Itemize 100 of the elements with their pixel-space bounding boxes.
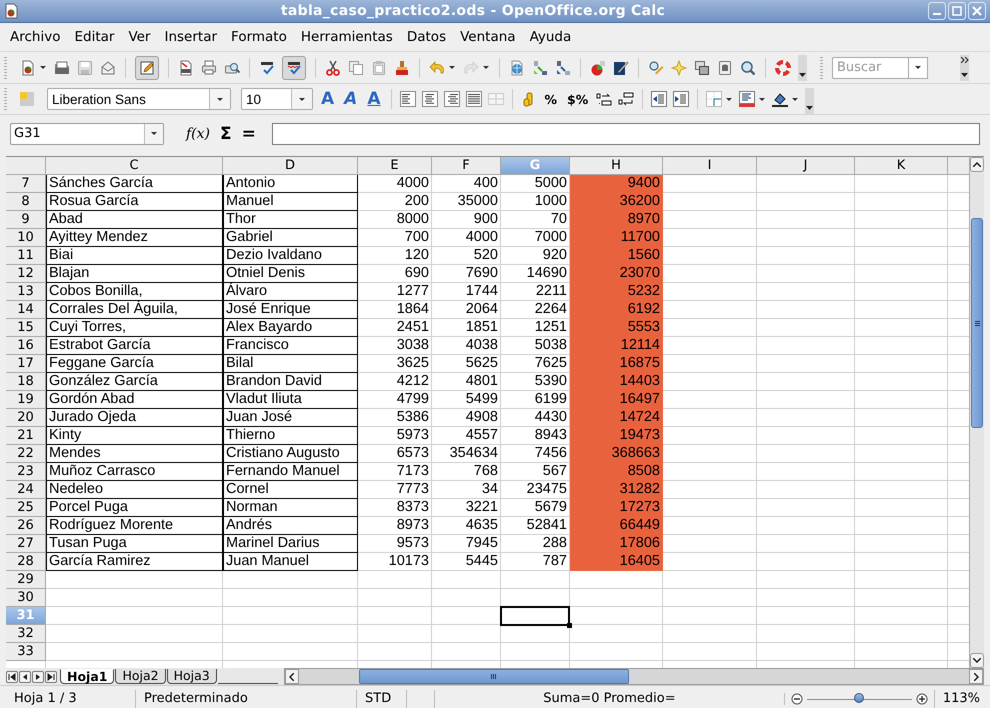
remove-decimal-icon[interactable] [618,91,634,107]
row-header[interactable]: 24 [6,481,46,499]
menu-item[interactable]: Datos [400,29,454,45]
horizontal-scrollbar[interactable] [284,668,984,685]
copy-icon[interactable] [348,60,364,76]
caret-icon[interactable] [725,96,734,102]
star-icon[interactable] [671,60,687,76]
menu-item[interactable]: Ventana [453,29,523,45]
line-style-icon[interactable] [739,91,756,107]
windows-icon[interactable] [694,60,710,76]
toolbar-overflow-button[interactable] [805,88,814,114]
auto-spellcheck-button[interactable] [282,56,306,80]
clipboard-icon[interactable] [371,60,387,76]
spellcheck-icon[interactable] [259,60,275,76]
row-header[interactable]: 15 [6,319,46,337]
sum-button[interactable]: Σ [220,124,232,144]
align-left-icon[interactable] [400,91,416,107]
pdf-icon[interactable] [178,60,194,76]
bold-button[interactable]: A [319,89,336,109]
row-header[interactable]: 19 [6,391,46,409]
sheet-tab[interactable]: Hoja3 [166,669,217,684]
align-right-icon[interactable] [444,91,460,107]
next-sheet-button[interactable] [32,670,44,682]
slider-thumb[interactable] [854,693,864,703]
row-header[interactable]: 11 [6,247,46,265]
caret-icon[interactable] [39,64,47,71]
caret-icon[interactable] [448,64,456,71]
sort-ascending-icon[interactable] [532,60,548,76]
menu-item[interactable]: Archivo [3,29,68,45]
database-icon[interactable] [717,60,733,76]
row-header[interactable]: 7 [6,175,46,193]
globe-document-icon[interactable] [509,60,525,76]
cell-reference-field[interactable]: G31 [10,122,164,144]
row-header[interactable]: 12 [6,265,46,283]
row-header[interactable]: 20 [6,409,46,427]
row-header[interactable]: 28 [6,553,46,571]
row-header[interactable]: 25 [6,499,46,517]
add-decimal-icon[interactable] [596,91,612,107]
menu-item[interactable]: Ver [121,29,158,45]
scroll-down-button[interactable] [970,653,984,668]
zoom-icon[interactable] [740,60,756,76]
minimize-icon[interactable] [928,2,946,20]
row-header[interactable]: 22 [6,445,46,463]
column-header[interactable]: F [432,157,501,175]
row-header[interactable]: 26 [6,517,46,535]
toolbar-overflow-button[interactable] [960,54,969,80]
align-center-icon[interactable] [422,91,438,107]
menu-item[interactable]: Herramientas [294,29,400,45]
sheet-tab[interactable]: Hoja1 [60,669,114,684]
search-field[interactable]: Buscar [832,56,908,78]
row-header[interactable]: 14 [6,301,46,319]
scroll-right-button[interactable] [969,669,983,684]
column-header[interactable]: I [663,157,757,175]
justify-icon[interactable] [466,91,482,107]
scroll-left-button[interactable] [284,669,299,684]
zoom-out-icon[interactable] [790,693,803,705]
font-name-field[interactable]: Liberation Sans [47,88,231,110]
sheet-tab[interactable]: Hoja2 [115,669,166,684]
percent-button[interactable]: % [542,92,560,106]
scissors-icon[interactable] [325,60,341,76]
underline-button[interactable]: A [365,89,383,109]
row-header[interactable]: 13 [6,283,46,301]
row-header[interactable]: 8 [6,193,46,211]
increase-indent-icon[interactable] [673,91,690,107]
menu-item[interactable]: Insertar [157,29,224,45]
column-header[interactable]: D [223,157,358,175]
row-header[interactable]: 21 [6,427,46,445]
magnifier-pencil-icon[interactable] [648,60,664,76]
first-sheet-button[interactable] [6,670,18,682]
row-header[interactable]: 18 [6,373,46,391]
maximize-icon[interactable] [948,2,966,20]
formula-button[interactable]: = [242,124,256,144]
row-header[interactable]: 17 [6,355,46,373]
new-document-icon[interactable] [20,60,36,76]
column-header[interactable]: K [855,157,948,175]
formula-input-field[interactable] [272,122,980,144]
borders-icon[interactable] [706,91,722,107]
dropdown-button[interactable] [908,56,928,78]
menu-item[interactable]: Formato [224,29,294,45]
brush-icon[interactable] [613,60,629,76]
pie-chart-icon[interactable] [590,60,606,76]
last-sheet-button[interactable] [45,670,57,682]
currency-button[interactable]: $% [565,92,590,106]
envelope-icon[interactable] [100,60,116,76]
font-size-field[interactable]: 10 [241,88,313,110]
edit-mode-button[interactable] [135,56,159,80]
row-header[interactable]: 16 [6,337,46,355]
sort-descending-icon[interactable] [555,60,571,76]
column-header[interactable]: J [757,157,855,175]
row-header[interactable]: 30 [6,589,46,607]
italic-button[interactable]: A [342,89,360,109]
menu-item[interactable]: Editar [67,29,122,45]
scrollbar-thumb[interactable] [971,218,983,428]
open-folder-icon[interactable] [54,60,70,76]
fill-bucket-icon[interactable] [772,91,788,107]
row-header[interactable]: 10 [6,229,46,247]
caret-icon[interactable] [298,96,306,102]
menu-item[interactable]: Ayuda [522,29,578,45]
decrease-indent-icon[interactable] [651,91,668,107]
row-header[interactable]: 9 [6,211,46,229]
